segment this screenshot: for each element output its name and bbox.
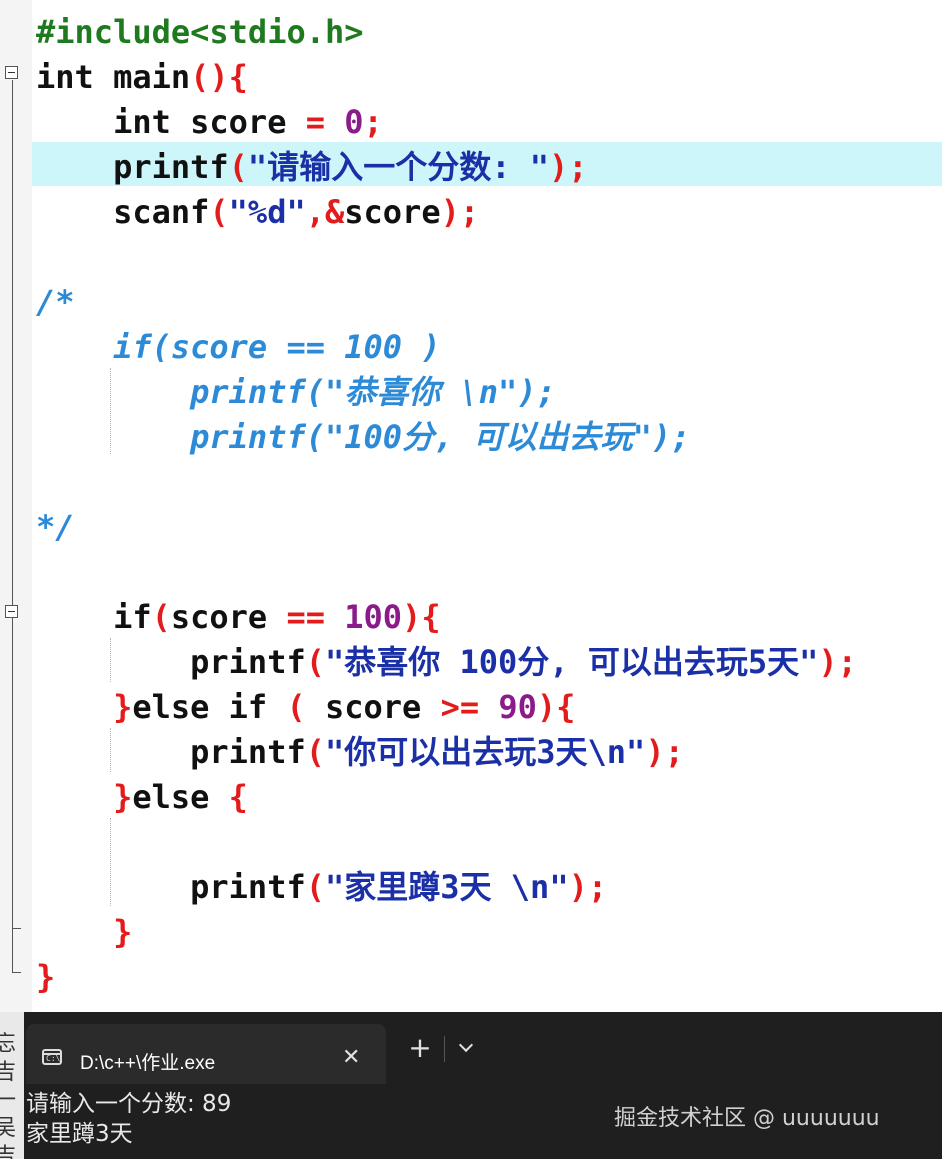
console-app-icon: C:\ <box>42 1049 62 1065</box>
code-line[interactable]: int main(){ <box>36 55 248 100</box>
code-line[interactable]: } <box>36 955 55 1000</box>
code-token: 90 <box>498 688 537 726</box>
tab-separator <box>444 1036 445 1062</box>
terminal-tab[interactable]: C:\ D:\c++\作业.exe ✕ <box>26 1024 386 1084</box>
code-line[interactable]: int score = 0; <box>36 100 383 145</box>
code-line[interactable]: }else { <box>36 775 248 820</box>
code-token: score <box>305 688 441 726</box>
tab-title: D:\c++\作业.exe <box>80 1053 216 1074</box>
code-line[interactable]: printf("100分, 可以出去玩"); <box>36 415 690 460</box>
editor-gutter <box>0 0 32 1012</box>
code-token: ,& <box>305 193 345 231</box>
code-token: printf("100分, 可以出去玩"); <box>36 418 691 456</box>
code-token: ( <box>305 643 325 681</box>
code-token: } <box>36 913 133 951</box>
code-token: ); <box>568 868 608 906</box>
fold-toggle-main[interactable] <box>5 66 18 79</box>
plus-icon[interactable]: + <box>404 1032 436 1064</box>
code-token: printf <box>36 148 229 186</box>
close-icon[interactable]: ✕ <box>342 1045 360 1070</box>
code-token: (){ <box>190 58 248 96</box>
code-token: "%d" <box>228 193 306 231</box>
fold-toggle-if[interactable] <box>5 605 18 618</box>
code-token: } <box>36 778 133 816</box>
code-token: 0 <box>344 103 364 141</box>
code-token: "家里蹲3天 \n" <box>324 868 569 906</box>
terminal-output-line: 家里蹲3天 <box>26 1121 133 1147</box>
background-window-edge: 忘吉一吴吉 <box>0 1012 24 1159</box>
code-line[interactable]: if(score == 100){ <box>36 595 441 640</box>
code-token: int score <box>36 103 306 141</box>
code-token: { <box>228 778 248 816</box>
code-line[interactable]: #include<stdio.h> <box>36 10 364 55</box>
background-window-char: 吉 <box>0 1144 17 1159</box>
code-token: ; <box>363 103 383 141</box>
code-token: } <box>36 958 56 996</box>
code-token: */ <box>36 508 75 546</box>
code-line[interactable]: } <box>36 910 132 955</box>
code-token: == <box>286 598 325 636</box>
code-token: if <box>36 598 152 636</box>
chevron-down-icon[interactable] <box>452 1034 480 1062</box>
code-token: printf <box>36 643 306 681</box>
code-token: else <box>132 778 229 816</box>
terminal-window[interactable]: 忘吉一吴吉 C:\ D:\c++\作业.exe ✕ + 请输入一个分数: 89 … <box>0 1012 942 1159</box>
code-token: = <box>305 103 325 141</box>
code-token: if(score == 100 ) <box>36 328 441 366</box>
watermark: 掘金技术社区 @ uuuuuuu <box>614 1106 880 1131</box>
code-token: >= <box>440 688 480 726</box>
code-editor[interactable]: #include<stdio.h> int main(){ int score =… <box>0 0 942 1012</box>
code-line[interactable]: printf("恭喜你 \n"); <box>36 370 556 415</box>
code-token: int main <box>36 58 191 96</box>
code-token: ( <box>286 688 306 726</box>
code-token: ( <box>151 598 171 636</box>
code-line[interactable]: scanf("%d",&score); <box>36 190 479 235</box>
code-token: else if <box>132 688 287 726</box>
code-token: "恭喜你 100分, 可以出去玩5天" <box>324 643 819 681</box>
code-line[interactable]: printf("你可以出去玩3天\n"); <box>36 730 684 775</box>
code-token: ( <box>228 148 248 186</box>
code-token: } <box>36 688 133 726</box>
terminal-output-line: 请输入一个分数: 89 <box>26 1091 232 1117</box>
code-token: #include<stdio.h> <box>36 13 364 51</box>
code-token: ( <box>305 733 325 771</box>
code-line[interactable]: printf("恭喜你 100分, 可以出去玩5天"); <box>36 640 857 685</box>
code-line[interactable]: if(score == 100 ) <box>36 325 441 370</box>
code-token: "你可以出去玩3天\n" <box>324 733 646 771</box>
code-token: 100 <box>344 598 403 636</box>
code-line[interactable]: printf("家里蹲3天 \n"); <box>36 865 607 910</box>
fold-line-main <box>12 80 13 973</box>
code-token: printf <box>36 868 306 906</box>
code-token: ( <box>209 193 229 231</box>
code-line[interactable]: */ <box>36 505 75 550</box>
code-token: printf("恭喜你 \n"); <box>36 373 556 411</box>
code-token: ); <box>645 733 684 771</box>
code-token: ); <box>549 148 588 186</box>
code-token: ){ <box>536 688 576 726</box>
code-line[interactable]: /* <box>36 280 75 325</box>
code-token: scanf <box>36 193 210 231</box>
code-token: ); <box>440 193 480 231</box>
code-token: "请输入一个分数: " <box>247 148 549 186</box>
code-token: ( <box>305 868 325 906</box>
code-line[interactable]: }else if ( score >= 90){ <box>36 685 575 730</box>
fold-end-if <box>12 928 21 929</box>
fold-end-main <box>12 972 21 973</box>
code-token: printf <box>36 733 306 771</box>
code-token: ){ <box>402 598 441 636</box>
code-token: ); <box>818 643 857 681</box>
code-token: /* <box>36 283 75 321</box>
code-token: score <box>344 193 441 231</box>
code-token: score <box>170 598 287 636</box>
code-line[interactable]: printf("请输入一个分数: "); <box>36 145 588 190</box>
